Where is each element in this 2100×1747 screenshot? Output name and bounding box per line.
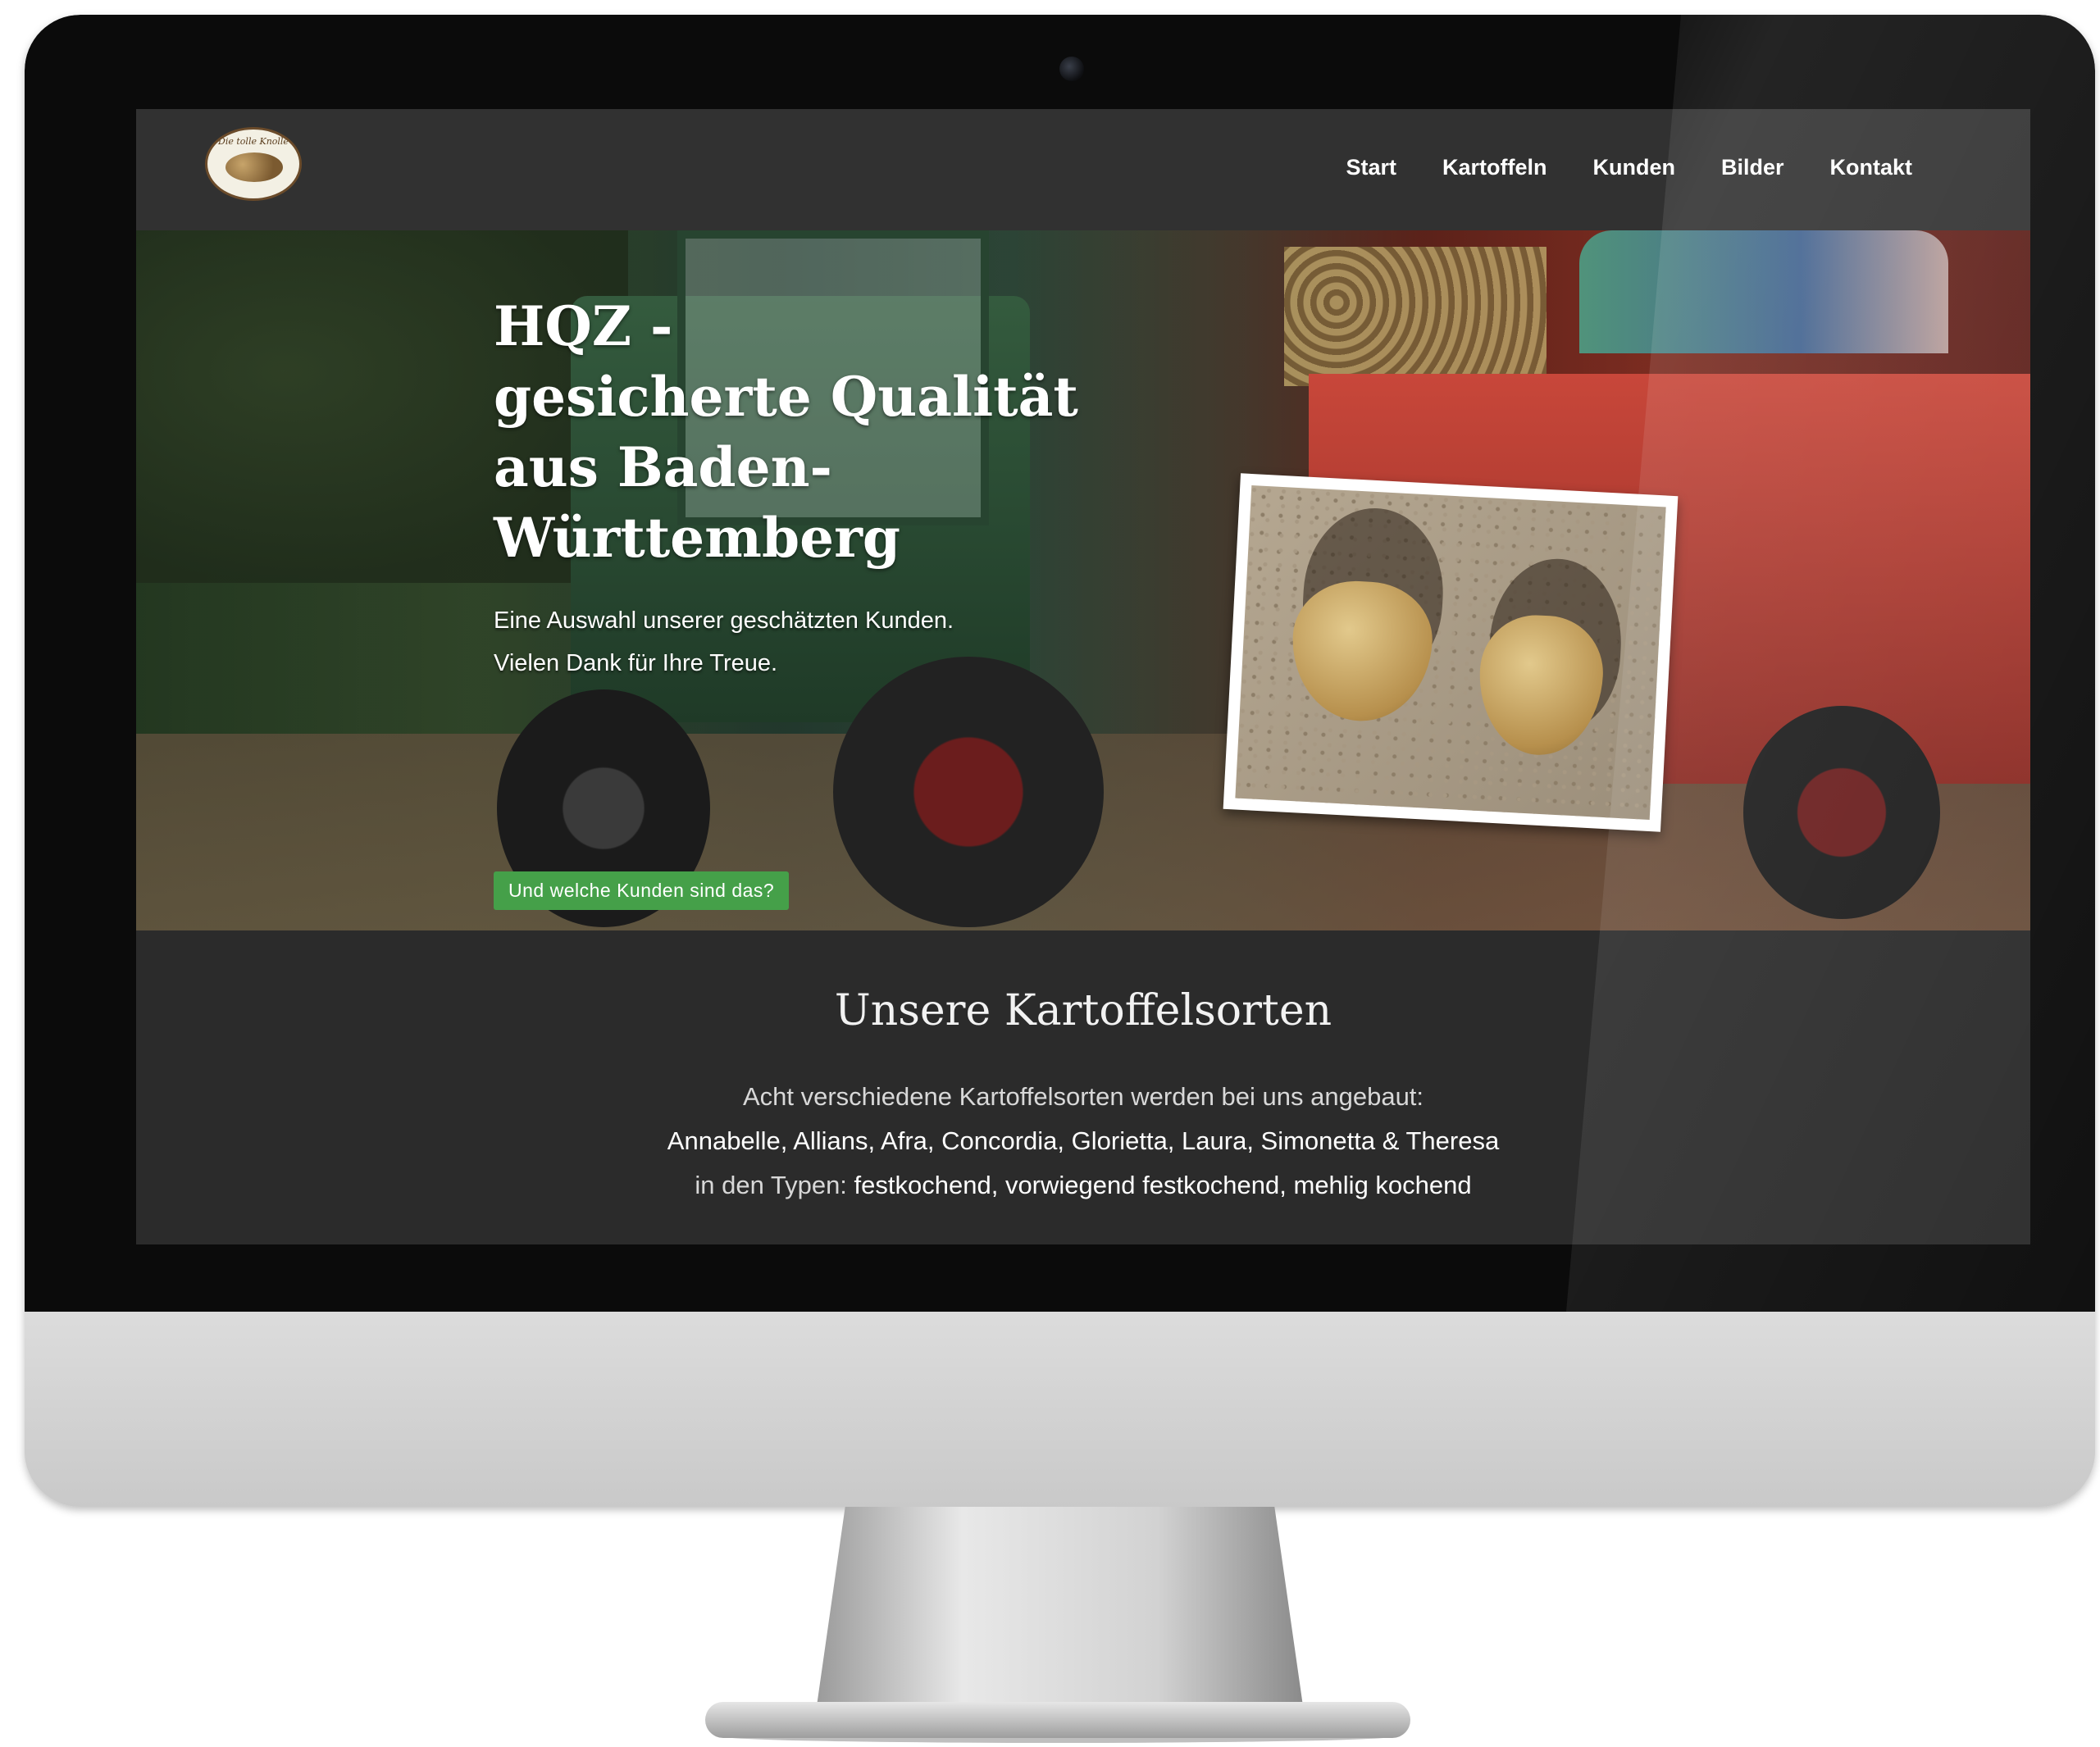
types-list: festkochend, vorwiegend festkochend, meh… xyxy=(854,1171,1472,1199)
section-title: Unsere Kartoffelsorten xyxy=(834,986,1332,1035)
main-nav: Start Kartoffeln Kunden Bilder Kontakt xyxy=(1346,155,1912,180)
types-prefix: in den Typen: xyxy=(695,1171,854,1199)
monitor-stand xyxy=(816,1507,1304,1712)
hero-subtitle-line: Eine Auswahl unserer geschätzten Kunden. xyxy=(494,607,954,634)
camera-icon xyxy=(1059,57,1084,81)
website-screen: Die tolle Knolle Start Kartoffeln Kunden… xyxy=(136,109,2030,1244)
workers-image xyxy=(1579,230,1948,353)
harvester-wheel-image xyxy=(1743,706,1940,919)
hero-subtitle: Eine Auswahl unserer geschätzten Kunden.… xyxy=(494,599,1150,685)
varieties-list: Annabelle, Allians, Afra, Concordia, Glo… xyxy=(667,1126,1500,1155)
site-logo[interactable]: Die tolle Knolle xyxy=(205,127,302,201)
monitor-chin xyxy=(25,1312,2095,1507)
nav-kunden[interactable]: Kunden xyxy=(1592,155,1675,180)
varieties-intro: Acht verschiedene Kartoffelsorten werden… xyxy=(742,1082,1424,1111)
heart-potatoes-photo xyxy=(1223,473,1679,832)
hero-banner: HQZ - gesicherte Qualität aus Baden- Wür… xyxy=(136,230,2030,930)
heart-potatoes-image xyxy=(1235,485,1666,820)
heart-potato-right xyxy=(1475,612,1606,758)
hero-title: HQZ - gesicherte Qualität aus Baden- Wür… xyxy=(494,291,1150,573)
hero-content: HQZ - gesicherte Qualität aus Baden- Wür… xyxy=(494,291,1150,685)
logo-text: Die tolle Knolle xyxy=(218,136,289,147)
nav-bilder[interactable]: Bilder xyxy=(1721,155,1784,180)
nav-start[interactable]: Start xyxy=(1346,155,1396,180)
hero-title-line: gesicherte Qualität xyxy=(494,365,1078,429)
hero-title-line: aus Baden- xyxy=(494,435,832,499)
logo-potato-icon xyxy=(225,152,283,182)
monitor-frame: Die tolle Knolle Start Kartoffeln Kunden… xyxy=(25,15,2095,1507)
hero-title-line: Württemberg xyxy=(494,506,901,570)
monitor-bezel: Die tolle Knolle Start Kartoffeln Kunden… xyxy=(25,15,2095,1312)
site-header: Die tolle Knolle Start Kartoffeln Kunden… xyxy=(136,109,2030,230)
heart-potato-left xyxy=(1288,578,1436,725)
monitor-stand-base xyxy=(705,1702,1410,1738)
hero-title-line: HQZ - xyxy=(494,294,673,358)
tractor-rear-wheel xyxy=(833,657,1104,927)
section-text: Acht verschiedene Kartoffelsorten werden… xyxy=(136,1075,2030,1208)
potato-varieties-section: Unsere Kartoffelsorten Acht verschiedene… xyxy=(136,930,2030,1244)
nav-kartoffeln[interactable]: Kartoffeln xyxy=(1442,155,1547,180)
varieties-types: in den Typen: festkochend, vorwiegend fe… xyxy=(136,1163,2030,1208)
customers-cta-button[interactable]: Und welche Kunden sind das? xyxy=(494,871,790,910)
potato-conveyor-image xyxy=(1284,247,1547,386)
nav-kontakt[interactable]: Kontakt xyxy=(1830,155,1913,180)
hero-subtitle-line: Vielen Dank für Ihre Treue. xyxy=(494,650,778,676)
